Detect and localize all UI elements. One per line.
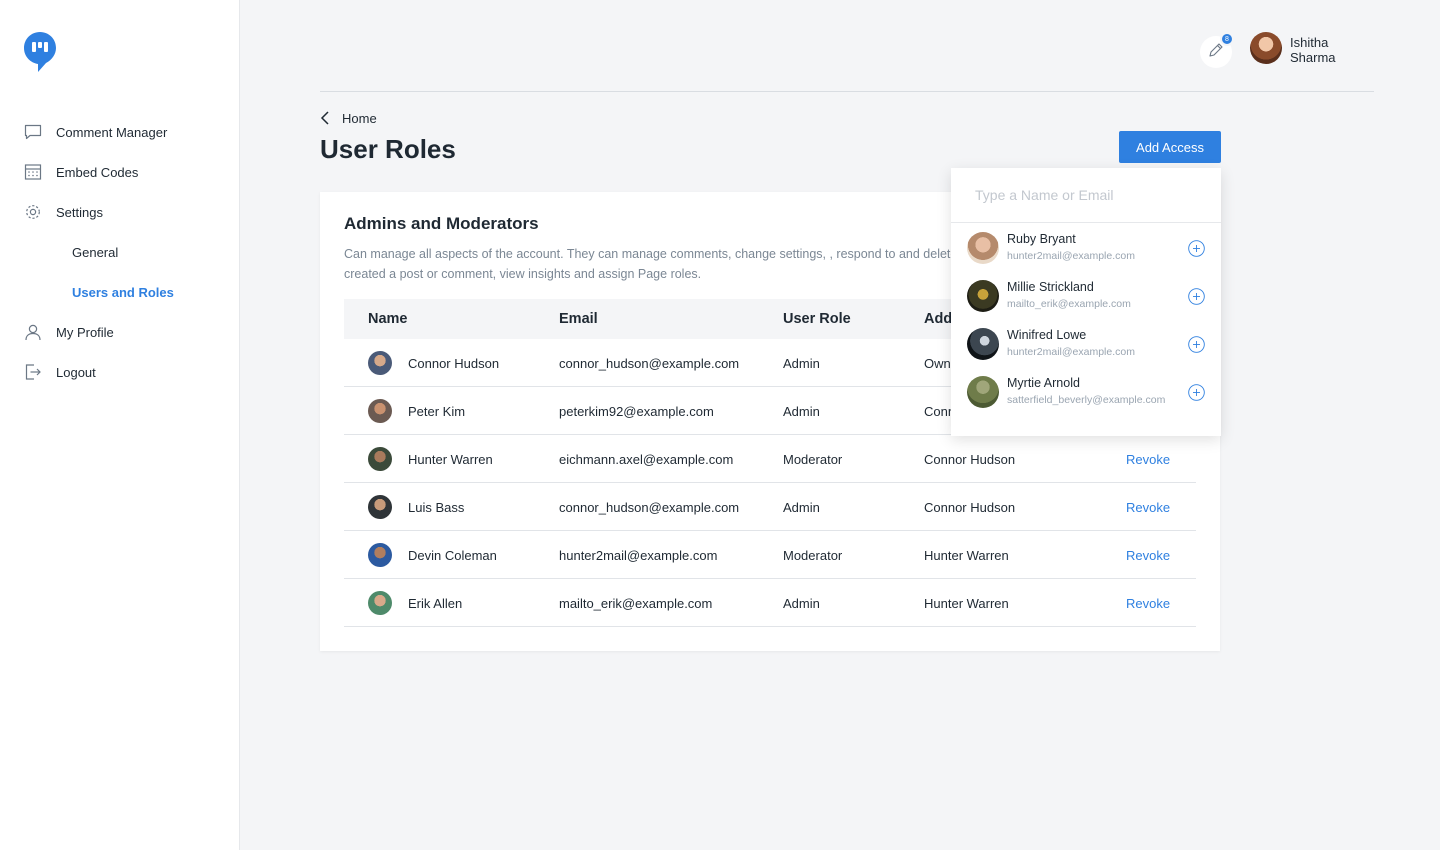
- cell-email: hunter2mail@example.com: [559, 547, 718, 563]
- gear-icon: [24, 203, 42, 221]
- page-title: User Roles: [320, 134, 456, 164]
- suggestion-email: satterfield_beverly@example.com: [1007, 394, 1166, 406]
- top-bar: 8 Ishitha Sharma: [320, 0, 1374, 92]
- sidebar-item-label: Embed Codes: [56, 164, 139, 180]
- avatar: [967, 232, 999, 264]
- add-access-dropdown: Ruby Bryant hunter2mail@example.com Mill…: [951, 168, 1221, 436]
- sidebar-item-label: Logout: [56, 364, 96, 380]
- cell-name: Devin Coleman: [408, 547, 497, 563]
- avatar: [967, 328, 999, 360]
- cell-email: connor_hudson@example.com: [559, 499, 740, 515]
- avatar: [368, 351, 392, 375]
- sidebar-item-label: Settings: [56, 204, 103, 220]
- sidebar-item-users-and-roles[interactable]: Users and Roles: [72, 272, 174, 312]
- cell-role: Admin: [783, 403, 820, 419]
- sidebar-item-label: Comment Manager: [56, 124, 168, 140]
- cell-email: connor_hudson@example.com: [559, 355, 740, 371]
- sidebar-item-label: My Profile: [56, 324, 114, 340]
- avatar: [368, 447, 392, 471]
- cell-added-by: Hunter Warren: [924, 595, 1009, 611]
- user-icon: [24, 323, 42, 341]
- avatar[interactable]: [1250, 32, 1282, 64]
- revoke-link[interactable]: Revoke: [1126, 531, 1170, 579]
- avatar: [368, 591, 392, 615]
- sidebar-item-settings[interactable]: Settings: [24, 192, 103, 232]
- revoke-link[interactable]: Revoke: [1126, 483, 1170, 531]
- add-circle-icon[interactable]: [1188, 288, 1205, 305]
- cell-name: Hunter Warren: [408, 451, 493, 467]
- table-row: Luis Bass connor_hudson@example.com Admi…: [344, 483, 1196, 531]
- suggestion-name: Millie Strickland: [1007, 280, 1094, 294]
- cell-added-by: Hunter Warren: [924, 547, 1009, 563]
- avatar: [967, 280, 999, 312]
- app-logo-icon[interactable]: [24, 32, 56, 72]
- suggestion-name: Ruby Bryant: [1007, 232, 1076, 246]
- cell-email: mailto_erik@example.com: [559, 595, 713, 611]
- sidebar-item-comment-manager[interactable]: Comment Manager: [24, 112, 167, 152]
- cell-email: peterkim92@example.com: [559, 403, 714, 419]
- notification-badge: 8: [1220, 32, 1234, 46]
- sidebar-item-general[interactable]: General: [72, 232, 118, 272]
- cell-name: Luis Bass: [408, 499, 465, 515]
- avatar: [368, 543, 392, 567]
- cell-role: Admin: [783, 499, 820, 515]
- cell-role: Moderator: [783, 547, 843, 563]
- sidebar-item-logout[interactable]: Logout: [24, 352, 96, 392]
- suggestion-name: Myrtie Arnold: [1007, 376, 1080, 390]
- cell-role: Admin: [783, 595, 820, 611]
- breadcrumb[interactable]: Home: [320, 108, 377, 128]
- cell-added-by: Connor Hudson: [924, 451, 1016, 467]
- column-header-user-role: User Role: [783, 311, 851, 327]
- add-access-button[interactable]: Add Access: [1119, 131, 1221, 163]
- sidebar-item-label: Users and Roles: [72, 284, 174, 300]
- chevron-left-icon: [320, 111, 330, 125]
- cell-role: Moderator: [783, 451, 843, 467]
- calendar-grid-icon: [24, 163, 42, 181]
- sidebar-item-my-profile[interactable]: My Profile: [24, 312, 114, 352]
- revoke-link[interactable]: Revoke: [1126, 435, 1170, 483]
- suggestion-email: hunter2mail@example.com: [1007, 346, 1135, 358]
- table-row: Hunter Warren eichmann.axel@example.com …: [344, 435, 1196, 483]
- cell-name: Peter Kim: [408, 403, 466, 419]
- avatar: [368, 495, 392, 519]
- list-item[interactable]: Millie Strickland mailto_erik@example.co…: [951, 272, 1221, 320]
- chat-bubble-icon: [24, 123, 42, 141]
- logout-icon: [24, 363, 42, 381]
- suggestion-email: mailto_erik@example.com: [1007, 298, 1131, 310]
- add-circle-icon[interactable]: [1188, 336, 1205, 353]
- cell-name: Connor Hudson: [408, 355, 500, 371]
- avatar: [368, 399, 392, 423]
- table-row: Erik Allen mailto_erik@example.com Admin…: [344, 579, 1196, 627]
- cell-role: Admin: [783, 355, 820, 371]
- pencil-icon: [1208, 42, 1224, 63]
- cell-email: eichmann.axel@example.com: [559, 451, 734, 467]
- cell-name: Erik Allen: [408, 595, 463, 611]
- column-header-email: Email: [559, 311, 598, 327]
- user-name[interactable]: Ishitha Sharma: [1290, 35, 1374, 65]
- sidebar-item-embed-codes[interactable]: Embed Codes: [24, 152, 138, 192]
- list-item[interactable]: Ruby Bryant hunter2mail@example.com: [951, 224, 1221, 272]
- revoke-link[interactable]: Revoke: [1126, 579, 1170, 627]
- suggestion-name: Winifred Lowe: [1007, 328, 1087, 342]
- list-item[interactable]: Myrtie Arnold satterfield_beverly@exampl…: [951, 368, 1221, 416]
- column-header-name: Name: [368, 311, 408, 327]
- cell-added-by: Connor Hudson: [924, 499, 1016, 515]
- search-input[interactable]: [951, 168, 1221, 223]
- avatar: [967, 376, 999, 408]
- breadcrumb-home-link[interactable]: Home: [342, 111, 377, 126]
- table-row: Devin Coleman hunter2mail@example.com Mo…: [344, 531, 1196, 579]
- add-circle-icon[interactable]: [1188, 384, 1205, 401]
- card-title: Admins and Moderators: [344, 214, 539, 233]
- add-circle-icon[interactable]: [1188, 240, 1205, 257]
- sidebar: Comment Manager Embed Codes Settings Gen…: [0, 0, 240, 850]
- sidebar-item-label: General: [72, 244, 119, 260]
- suggestion-email: hunter2mail@example.com: [1007, 250, 1135, 262]
- list-item[interactable]: Winifred Lowe hunter2mail@example.com: [951, 320, 1221, 368]
